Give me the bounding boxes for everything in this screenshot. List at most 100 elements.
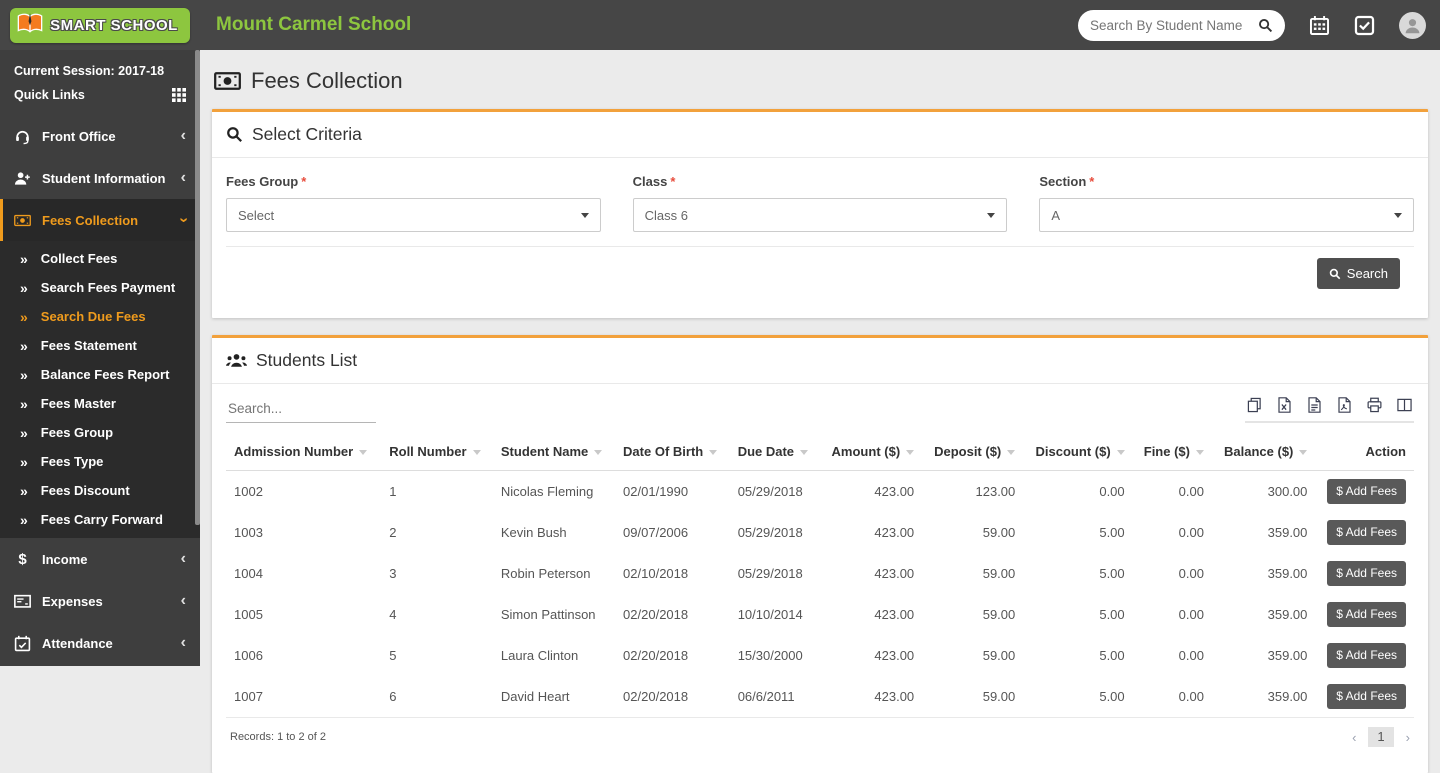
- angle-double-right-icon: [20, 483, 28, 499]
- angle-double-right-icon: [20, 280, 28, 296]
- logo[interactable]: SMART SCHOOL: [0, 7, 200, 43]
- sidebar-item-label: Expenses: [42, 593, 103, 609]
- money-icon: [14, 212, 31, 229]
- submenu-item-fees-statement[interactable]: Fees Statement: [0, 331, 200, 360]
- col-discount[interactable]: Discount ($): [1023, 433, 1133, 471]
- user-plus-icon: [14, 170, 31, 187]
- sidebar-item-attendance[interactable]: Attendance: [0, 622, 200, 664]
- sidebar-item-label: Income: [42, 551, 88, 567]
- pagination-prev[interactable]: ‹: [1352, 730, 1356, 745]
- col-due-date[interactable]: Due Date: [729, 433, 820, 471]
- quick-links[interactable]: Quick Links: [14, 83, 186, 107]
- search-button[interactable]: Search: [1316, 258, 1400, 289]
- section-select[interactable]: A: [1039, 198, 1414, 232]
- person-icon: [1405, 18, 1420, 33]
- col-admission-number[interactable]: Admission Number: [226, 433, 382, 471]
- angle-double-right-icon: [20, 425, 28, 441]
- sort-icon[interactable]: [1195, 450, 1204, 456]
- search-icon: [1329, 268, 1341, 279]
- user-avatar[interactable]: [1399, 11, 1426, 39]
- dollar-icon: $: [18, 550, 27, 568]
- chevron-left-icon: [181, 170, 186, 186]
- sort-icon[interactable]: [1116, 450, 1125, 456]
- users-group-icon: [226, 354, 247, 367]
- sort-icon[interactable]: [472, 450, 481, 456]
- submenu-item-fees-group[interactable]: Fees Group: [0, 418, 200, 447]
- copy-icon[interactable]: [1247, 397, 1262, 413]
- col-roll-number[interactable]: Roll Number: [381, 433, 493, 471]
- table-row: 1007 6 David Heart 02/20/2018 06/6/2011 423.0…: [226, 676, 1414, 718]
- money-icon: [214, 72, 241, 90]
- submenu-item-fees-type[interactable]: Fees Type: [0, 447, 200, 476]
- add-fees-button[interactable]: $ Add Fees: [1327, 602, 1406, 627]
- submenu-item-fees-carry-forward[interactable]: Fees Carry Forward: [0, 505, 200, 534]
- add-fees-button[interactable]: $ Add Fees: [1327, 643, 1406, 668]
- column-visibility-icon[interactable]: [1397, 397, 1412, 413]
- section-field: Section * A: [1039, 174, 1414, 232]
- sort-icon[interactable]: [800, 450, 809, 456]
- table-row: 1005 4 Simon Pattinson 02/20/2018 10/10/2014…: [226, 594, 1414, 635]
- main-content: Fees Collection Select Criteria Fees Gro…: [200, 50, 1440, 773]
- grid-icon[interactable]: [172, 88, 186, 102]
- pagination-page-1[interactable]: 1: [1368, 727, 1394, 747]
- add-fees-button[interactable]: $ Add Fees: [1327, 684, 1406, 709]
- add-fees-button[interactable]: $ Add Fees: [1327, 561, 1406, 586]
- logo-text: SMART SCHOOL: [50, 16, 178, 34]
- table-search-input[interactable]: [226, 397, 376, 423]
- submenu-item-balance-fees-report[interactable]: Balance Fees Report: [0, 360, 200, 389]
- class-select[interactable]: Class 6: [632, 198, 1008, 232]
- submenu-item-search-due-fees[interactable]: Search Due Fees: [0, 302, 200, 331]
- required-asterisk: *: [1089, 174, 1095, 189]
- table-row: 1006 5 Laura Clinton 02/20/2018 15/30/2000 42…: [226, 635, 1414, 676]
- task-check-icon[interactable]: [1354, 15, 1375, 36]
- angle-double-right-icon: [20, 454, 28, 470]
- sort-icon[interactable]: [594, 450, 603, 456]
- student-search-box[interactable]: [1078, 9, 1285, 41]
- sort-icon[interactable]: [1007, 450, 1016, 456]
- submenu-item-fees-discount[interactable]: Fees Discount: [0, 476, 200, 505]
- sidebar-item-income[interactable]: $ Income: [0, 538, 200, 580]
- school-name: Mount Carmel School: [216, 14, 412, 35]
- chevron-left-icon: [181, 593, 186, 609]
- col-fine[interactable]: Fine ($): [1132, 433, 1212, 471]
- sidebar-item-student-information[interactable]: Student Information: [0, 157, 200, 199]
- students-table: Admission Number Roll Number Student Nam…: [226, 433, 1414, 718]
- col-balance[interactable]: Balance ($): [1211, 433, 1316, 471]
- csv-export-icon[interactable]: [1307, 397, 1322, 413]
- calendar-icon[interactable]: [1309, 15, 1330, 36]
- angle-double-right-icon: [20, 251, 28, 267]
- submenu-item-collect-fees[interactable]: Collect Fees: [0, 244, 200, 273]
- records-info: Records: 1 to 2 of 2: [230, 731, 326, 743]
- sidebar-item-front-office[interactable]: Front Office: [0, 115, 200, 157]
- pdf-export-icon[interactable]: [1337, 397, 1352, 413]
- search-icon[interactable]: [1258, 18, 1273, 33]
- sidebar-item-label: Fees Collection: [42, 212, 139, 228]
- sidebar-item-expenses[interactable]: Expenses: [0, 580, 200, 622]
- submenu-item-fees-master[interactable]: Fees Master: [0, 389, 200, 418]
- select-criteria-header: Select Criteria: [212, 112, 1428, 158]
- col-deposit[interactable]: Deposit ($): [922, 433, 1024, 471]
- add-fees-button[interactable]: $ Add Fees: [1327, 520, 1406, 545]
- sort-icon[interactable]: [709, 450, 718, 456]
- submenu-item-search-fees-payment[interactable]: Search Fees Payment: [0, 273, 200, 302]
- sort-icon[interactable]: [906, 450, 915, 456]
- sidebar-item-fees-collection[interactable]: Fees Collection: [0, 199, 200, 241]
- col-student-name[interactable]: Student Name: [492, 433, 616, 471]
- excel-export-icon[interactable]: [1277, 397, 1292, 413]
- sidebar: Current Session: 2017-18 Quick Links Fro…: [0, 50, 200, 666]
- student-search-input[interactable]: [1090, 17, 1258, 33]
- col-amount[interactable]: Amount ($): [819, 433, 923, 471]
- sort-icon[interactable]: [1299, 450, 1308, 456]
- pagination-next[interactable]: ›: [1406, 730, 1410, 745]
- print-icon[interactable]: [1367, 397, 1382, 413]
- fees-group-select[interactable]: Select: [226, 198, 601, 232]
- quick-links-label: Quick Links: [14, 88, 85, 102]
- chevron-down-icon: [181, 212, 186, 228]
- angle-double-right-icon: [20, 512, 28, 528]
- add-fees-button[interactable]: $ Add Fees: [1327, 479, 1406, 504]
- table-header-row: Admission Number Roll Number Student Nam…: [226, 433, 1414, 471]
- sidebar-item-label: Front Office: [42, 128, 116, 144]
- caret-down-icon: [1393, 212, 1402, 218]
- sort-icon[interactable]: [359, 450, 368, 456]
- col-date-of-birth[interactable]: Date Of Birth: [615, 433, 730, 471]
